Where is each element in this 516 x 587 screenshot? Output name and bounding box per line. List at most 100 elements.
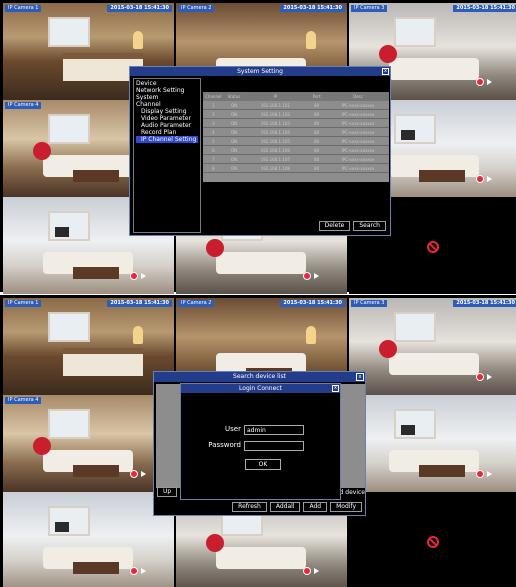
login-connect-title-text: Login Connect — [239, 385, 282, 392]
search-device-buttons: Refresh Addall Add Modify — [232, 502, 362, 512]
play-icon — [141, 568, 146, 574]
table-cell: 80 — [314, 157, 320, 162]
table-cell: 192.168.1.104 — [260, 130, 290, 135]
play-icon — [487, 374, 492, 380]
refresh-button[interactable]: Refresh — [232, 502, 267, 512]
table-cell: 7 — [212, 157, 215, 162]
search-button[interactable]: Search — [353, 221, 386, 231]
ip-channel-table: Channel Status IP Port Desc 1 ON 192.168.1.101 8… — [203, 92, 389, 182]
table-cell: ON — [230, 112, 238, 117]
table-cell: 1 — [212, 103, 215, 108]
camera-cell[interactable]: IP Camera 4 — [3, 395, 174, 492]
camera-cell[interactable]: IP Camera 3 2015-03-18 15:41:30 — [349, 298, 516, 395]
scene-bedshape — [63, 348, 143, 376]
table-cell: ON — [230, 130, 238, 135]
record-icon — [130, 272, 138, 280]
table-cell: 192.168.1.102 — [260, 112, 290, 117]
close-icon[interactable]: x — [382, 68, 389, 75]
table-cell: IPC-xxxx-xxxxxx — [341, 139, 375, 144]
menu-item[interactable]: Audio Parameter — [136, 122, 198, 129]
table-cell: 80 — [314, 130, 320, 135]
password-field[interactable] — [244, 441, 304, 451]
scene-table — [419, 465, 465, 477]
table-cell: IPC-xxxx-xxxxxx — [341, 148, 375, 153]
camera-timestamp: 2015-03-18 15:41:30 — [453, 5, 516, 12]
menu-item[interactable]: Device — [136, 80, 198, 87]
addall-button[interactable]: Addall — [269, 502, 301, 512]
scene-lamp — [133, 326, 143, 344]
menu-item[interactable]: Network Setting — [136, 87, 198, 94]
menu-item[interactable]: Video Parameter — [136, 115, 198, 122]
menu-item[interactable]: System — [136, 94, 198, 101]
play-icon — [141, 273, 146, 279]
table-cell: ON — [230, 166, 238, 171]
scene-sofa — [216, 252, 306, 274]
table-header: Channel Status IP Port Desc — [203, 92, 389, 101]
table-row[interactable]: 5 ON 192.168.1.105 80 IPC-xxxx-xxxxxx — [203, 137, 389, 146]
camera-label: IP Camera 3 — [351, 300, 388, 307]
scene-lamp — [306, 31, 316, 49]
nvr-screen-top: IP Camera 1 2015-03-18 15:41:30 IP Camera … — [0, 0, 516, 294]
delete-button[interactable]: Delete — [318, 221, 351, 231]
camera-cell[interactable] — [349, 492, 516, 587]
camera-label: IP Camera 2 — [178, 300, 215, 307]
camera-timestamp: 2015-03-18 15:41:30 — [280, 300, 345, 307]
camera-cell[interactable] — [349, 395, 516, 492]
close-icon[interactable]: x — [356, 373, 364, 381]
column-header: Status — [227, 94, 241, 99]
table-row[interactable]: 6 ON 192.168.1.106 80 IPC-xxxx-xxxxxx — [203, 146, 389, 155]
scene-table — [73, 465, 119, 477]
table-cell: 192.168.1.108 — [260, 166, 290, 171]
camera-cell[interactable]: IP Camera 1 2015-03-18 15:41:30 — [3, 298, 174, 395]
table-row[interactable]: 3 ON 192.168.1.103 80 IPC-xxxx-xxxxxx — [203, 119, 389, 128]
no-signal-icon — [427, 536, 439, 548]
table-cell: 80 — [314, 139, 320, 144]
camera-timestamp: 2015-03-18 15:41:30 — [107, 5, 172, 12]
menu-item[interactable]: IP Channel Setting — [136, 136, 198, 143]
scene-tv — [55, 522, 69, 532]
ok-button[interactable]: OK — [245, 459, 281, 470]
scene-window — [48, 312, 90, 342]
system-setting-title-text: System Setting — [237, 68, 283, 75]
play-icon — [141, 471, 146, 477]
table-cell: IPC-xxxx-xxxxxx — [341, 103, 375, 108]
search-device-title: Search device list x — [154, 372, 365, 382]
table-row[interactable]: 4 ON 192.168.1.104 80 IPC-xxxx-xxxxxx — [203, 128, 389, 137]
menu-item[interactable]: Record Plan — [136, 129, 198, 136]
scene-window — [394, 312, 436, 342]
table-cell: 3 — [212, 121, 215, 126]
scene-flower — [33, 142, 51, 160]
user-label: User — [225, 425, 241, 433]
table-cell: 192.168.1.105 — [260, 139, 290, 144]
camera-timestamp: 2015-03-18 15:41:30 — [280, 5, 345, 12]
play-icon — [487, 176, 492, 182]
add-button[interactable]: Add — [303, 502, 328, 512]
table-cell: ON — [230, 103, 238, 108]
table-row[interactable]: 7 ON 192.168.1.107 80 IPC-xxxx-xxxxxx — [203, 155, 389, 164]
up-button[interactable]: Up — [157, 487, 178, 497]
record-icon — [476, 373, 484, 381]
table-row[interactable]: 8 ON 192.168.1.108 80 IPC-xxxx-xxxxxx — [203, 164, 389, 173]
system-setting-dialog: System Setting x Device Network Setting Sy… — [129, 66, 391, 236]
table-cell: 80 — [314, 103, 320, 108]
close-icon[interactable]: x — [332, 385, 339, 392]
user-field[interactable] — [244, 425, 304, 435]
menu-item[interactable]: Channel — [136, 101, 198, 108]
table-cell: 192.168.1.106 — [260, 148, 290, 153]
camera-cell[interactable] — [3, 492, 174, 587]
camera-timestamp: 2015-03-18 15:41:30 — [107, 300, 172, 307]
scene-sofa — [389, 353, 479, 375]
menu-item[interactable]: Display Setting — [136, 108, 198, 115]
table-row[interactable]: 2 ON 192.168.1.102 80 IPC-xxxx-xxxxxx — [203, 110, 389, 119]
table-row[interactable]: 1 ON 192.168.1.101 80 IPC-xxxx-xxxxxx — [203, 101, 389, 110]
column-header: Channel — [205, 94, 222, 99]
modify-button[interactable]: Modify — [330, 502, 362, 512]
record-icon — [130, 470, 138, 478]
scene-table — [73, 267, 119, 279]
camera-timestamp: 2015-03-18 15:41:30 — [453, 300, 516, 307]
table-cell: 6 — [212, 148, 215, 153]
scene-window — [48, 409, 90, 439]
table-cell: 4 — [212, 130, 215, 135]
table-cell: 80 — [314, 121, 320, 126]
scene-tv — [401, 130, 415, 140]
